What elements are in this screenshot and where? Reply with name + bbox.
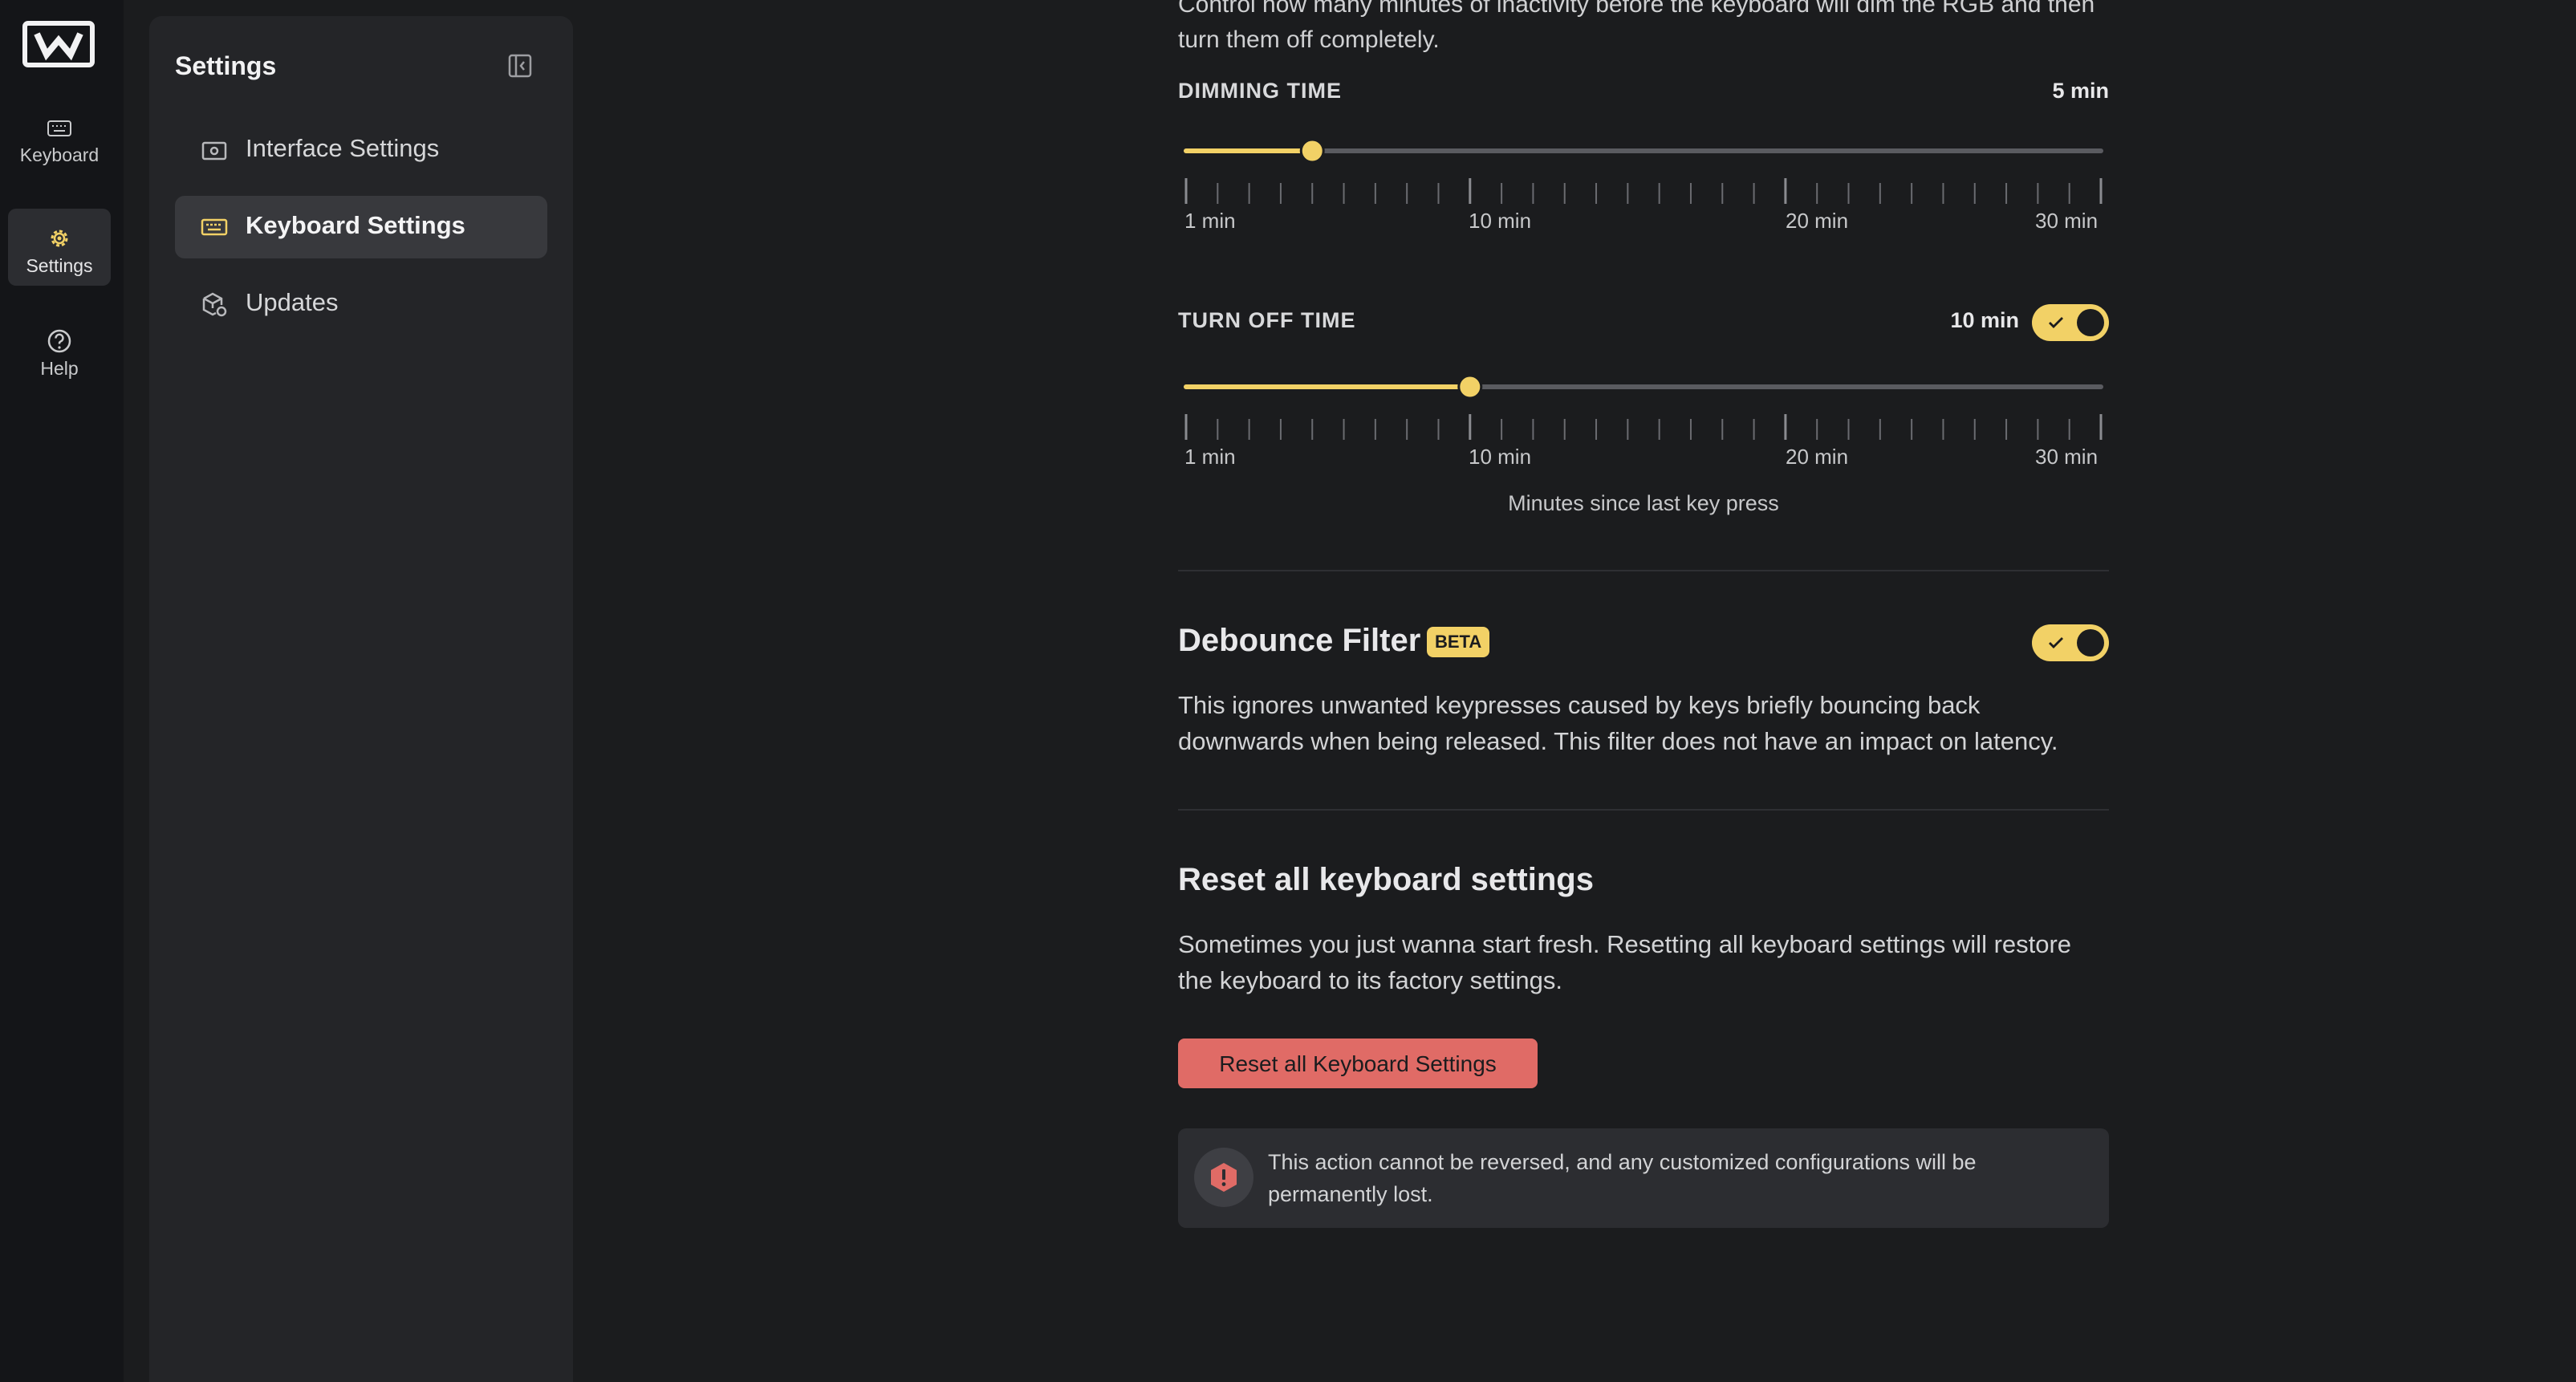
tick-label: 20 min (1786, 445, 1849, 469)
turn-off-time-value: 10 min (1950, 308, 2019, 332)
rail-item-help[interactable]: Help (8, 311, 111, 388)
help-icon (47, 329, 71, 353)
interface-icon (201, 141, 227, 161)
rail-label-settings: Settings (26, 255, 93, 276)
turn-off-toggle[interactable] (2032, 304, 2109, 341)
check-icon (2049, 637, 2063, 648)
reset-keyboard-settings-button[interactable]: Reset all Keyboard Settings (1178, 1039, 1538, 1088)
gear-icon (51, 230, 68, 247)
sidebar-item-updates[interactable]: Updates (175, 273, 547, 335)
check-icon (2049, 317, 2063, 328)
sidebar-item-label: Updates (246, 288, 339, 316)
keyboard-icon (201, 218, 228, 236)
dimming-time-value: 5 min (2052, 79, 2109, 103)
collapse-sidebar-icon[interactable] (507, 53, 533, 79)
app-rail: Keyboard Settings Help (0, 0, 124, 1382)
sidebar-item-label: Interface Settings (246, 134, 440, 162)
warning-icon-wrap (1194, 1148, 1253, 1207)
tick-label: 20 min (1786, 209, 1849, 233)
keyboard-icon (47, 120, 71, 136)
section-divider (1178, 570, 2109, 571)
dimming-time-label: DIMMING TIME (1178, 79, 1342, 103)
reset-settings-description: Sometimes you just wanna start fresh. Re… (1178, 930, 2072, 994)
section-divider (1178, 809, 2109, 811)
tick-label: 10 min (1469, 445, 1532, 469)
rail-item-settings[interactable]: Settings (8, 209, 111, 286)
toggle-knob (2077, 629, 2104, 656)
rgb-timeout-description: Control how many minutes of inactivity b… (1178, 0, 2095, 53)
rail-label-keyboard: Keyboard (19, 144, 100, 165)
warning-callout: This action cannot be reversed, and any … (1178, 1128, 2109, 1228)
turn-off-time-label: TURN OFF TIME (1178, 308, 1356, 332)
sidebar-item-label: Keyboard Settings (246, 211, 465, 239)
tick-label: 1 min (1184, 445, 1236, 469)
toggle-knob (2077, 309, 2104, 336)
reset-settings-title: Reset all keyboard settings (1178, 862, 1594, 897)
sidebar-title: Settings (175, 51, 277, 80)
tick-label: 1 min (1184, 209, 1236, 233)
turn-off-time-slider[interactable] (1178, 363, 2109, 451)
tick-label: 30 min (2035, 209, 2099, 233)
slider-thumb (1457, 374, 1483, 400)
updates-icon (202, 292, 227, 317)
warning-icon (1211, 1163, 1237, 1192)
sidebar-item-keyboard-settings[interactable]: Keyboard Settings (175, 196, 547, 258)
slider-thumb (1299, 138, 1325, 164)
app-logo (22, 21, 95, 67)
rail-label-help: Help (40, 358, 79, 379)
debounce-filter-toggle[interactable] (2032, 624, 2109, 661)
keyboard-settings-panel: Control how many minutes of inactivity b… (1178, 0, 2109, 1382)
tick-label: 10 min (1469, 209, 1532, 233)
debounce-filter-description: This ignores unwanted keypresses caused … (1178, 691, 2058, 755)
rail-item-keyboard[interactable]: Keyboard (8, 98, 111, 175)
beta-badge: BETA (1427, 627, 1490, 657)
settings-sidebar: Settings Interface Settings Keyboard Set… (149, 16, 573, 1382)
sidebar-item-interface-settings[interactable]: Interface Settings (175, 119, 547, 181)
slider-caption: Minutes since last key press (1508, 491, 1779, 515)
tick-label: 30 min (2035, 445, 2099, 469)
debounce-filter-title: Debounce Filter (1178, 623, 1421, 658)
warning-text: This action cannot be reversed, and any … (1268, 1150, 1977, 1206)
dimming-time-slider[interactable] (1178, 127, 2109, 215)
